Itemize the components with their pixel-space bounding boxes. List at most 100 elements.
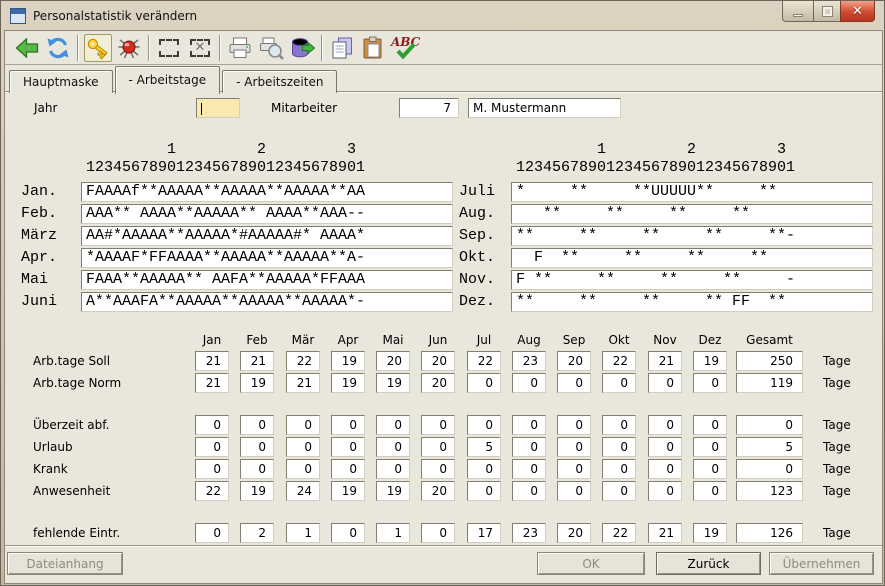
stat-total-field[interactable]: 0 [736,415,803,435]
stat-value-field[interactable]: 22 [195,481,229,501]
stat-value-field[interactable]: 0 [512,437,546,457]
stat-value-field[interactable]: 0 [693,415,727,435]
key-icon[interactable] [84,34,112,62]
stat-value-field[interactable]: 19 [376,373,410,393]
stat-value-field[interactable]: 0 [602,481,636,501]
stat-value-field[interactable]: 22 [286,351,320,371]
print-icon[interactable] [226,34,254,62]
stat-value-field[interactable]: 0 [421,459,455,479]
day-grid-field[interactable]: FAAA**AAAAA** AAFA**AAAAA*FFAAA [81,270,453,290]
stat-value-field[interactable]: 0 [421,415,455,435]
stat-value-field[interactable]: 0 [421,437,455,457]
stat-total-field[interactable]: 250 [736,351,803,371]
stat-value-field[interactable]: 0 [467,459,501,479]
jahr-input[interactable] [196,98,240,118]
stat-value-field[interactable]: 0 [512,415,546,435]
copy-icon[interactable] [328,34,356,62]
stat-value-field[interactable]: 0 [512,459,546,479]
stat-value-field[interactable]: 0 [648,481,682,501]
stat-value-field[interactable]: 19 [693,351,727,371]
stat-value-field[interactable]: 0 [602,437,636,457]
stat-value-field[interactable]: 0 [648,415,682,435]
stat-value-field[interactable]: 0 [240,437,274,457]
stat-value-field[interactable]: 0 [240,459,274,479]
day-grid-field[interactable]: FAAAAf**AAAAA**AAAAA**AAAAA**AA [81,182,453,202]
stat-value-field[interactable]: 0 [693,437,727,457]
stat-value-field[interactable]: 21 [648,351,682,371]
stat-value-field[interactable]: 20 [421,351,455,371]
stat-value-field[interactable]: 19 [240,373,274,393]
tab-arbeitstage[interactable]: - Arbeitstage [115,66,221,94]
print-preview-icon[interactable] [257,34,285,62]
tab-arbeitszeiten[interactable]: - Arbeitszeiten [222,70,337,93]
stat-value-field[interactable]: 0 [648,459,682,479]
titlebar[interactable]: Personalstatistik verändern [2,2,883,29]
maximize-button[interactable] [813,1,841,22]
stat-value-field[interactable]: 0 [331,415,365,435]
stat-value-field[interactable]: 0 [648,437,682,457]
stat-value-field[interactable]: 23 [512,351,546,371]
stat-value-field[interactable]: 0 [376,415,410,435]
stat-value-field[interactable]: 0 [693,459,727,479]
stat-value-field[interactable]: 20 [557,523,591,543]
stat-value-field[interactable]: 0 [195,415,229,435]
stat-value-field[interactable]: 21 [240,351,274,371]
stat-total-field[interactable]: 5 [736,437,803,457]
stat-value-field[interactable]: 0 [602,415,636,435]
dateianhang-button[interactable]: Dateianhang [7,552,123,575]
stat-value-field[interactable]: 19 [240,481,274,501]
stat-value-field[interactable]: 0 [195,437,229,457]
stat-value-field[interactable]: 17 [467,523,501,543]
stat-value-field[interactable]: 0 [195,523,229,543]
stat-value-field[interactable]: 22 [602,523,636,543]
day-grid-field[interactable]: F ** ** ** ** [511,248,873,268]
stat-value-field[interactable]: 24 [286,481,320,501]
stat-value-field[interactable]: 23 [512,523,546,543]
day-grid-field[interactable]: ** ** ** ** FF ** [511,292,873,312]
stat-value-field[interactable]: 0 [467,415,501,435]
tab-hauptmaske[interactable]: Hauptmaske [9,70,113,93]
zurueck-button[interactable]: Zurück [656,552,761,575]
select-region-icon[interactable] [155,34,183,62]
stat-total-field[interactable]: 123 [736,481,803,501]
stat-value-field[interactable]: 0 [557,373,591,393]
stat-value-field[interactable]: 2 [240,523,274,543]
stat-value-field[interactable]: 0 [557,481,591,501]
day-grid-field[interactable]: ** ** ** ** **- [511,226,873,246]
stat-value-field[interactable]: 22 [467,351,501,371]
ok-button[interactable]: OK [537,552,645,575]
day-grid-field[interactable]: A**AAAFA**AAAAA**AAAAA**AAAAA*- [81,292,453,312]
stat-value-field[interactable]: 19 [376,481,410,501]
stat-value-field[interactable]: 20 [421,373,455,393]
stat-value-field[interactable]: 0 [331,459,365,479]
stat-value-field[interactable]: 0 [421,523,455,543]
day-grid-field[interactable]: * ** **UUUUU** ** [511,182,873,202]
stat-value-field[interactable]: 0 [557,415,591,435]
stat-value-field[interactable]: 0 [693,373,727,393]
stat-value-field[interactable]: 19 [693,523,727,543]
stat-value-field[interactable]: 0 [376,437,410,457]
stat-value-field[interactable]: 19 [331,481,365,501]
stat-value-field[interactable]: 0 [286,415,320,435]
day-grid-field[interactable]: F ** ** ** ** - [511,270,873,290]
stat-value-field[interactable]: 21 [286,373,320,393]
paste-icon[interactable] [359,34,387,62]
stat-value-field[interactable]: 0 [467,481,501,501]
stat-value-field[interactable]: 0 [286,459,320,479]
stat-value-field[interactable]: 0 [693,481,727,501]
uebernehmen-button[interactable]: Übernehmen [769,552,874,575]
minimize-button[interactable] [782,1,814,22]
spellcheck-icon[interactable]: ABC [390,34,418,62]
export-data-icon[interactable] [288,34,316,62]
stat-value-field[interactable]: 21 [195,351,229,371]
stat-value-field[interactable]: 0 [648,373,682,393]
stat-value-field[interactable]: 22 [602,351,636,371]
stat-value-field[interactable]: 0 [286,437,320,457]
mitarbeiter-id-field[interactable]: 7 [399,98,459,118]
day-grid-field[interactable]: AAA** AAAA**AAAAA** AAAA**AAA-- [81,204,453,224]
refresh-icon[interactable] [44,34,72,62]
stat-total-field[interactable]: 119 [736,373,803,393]
stat-value-field[interactable]: 1 [286,523,320,543]
stat-value-field[interactable]: 0 [557,459,591,479]
stat-total-field[interactable]: 126 [736,523,803,543]
